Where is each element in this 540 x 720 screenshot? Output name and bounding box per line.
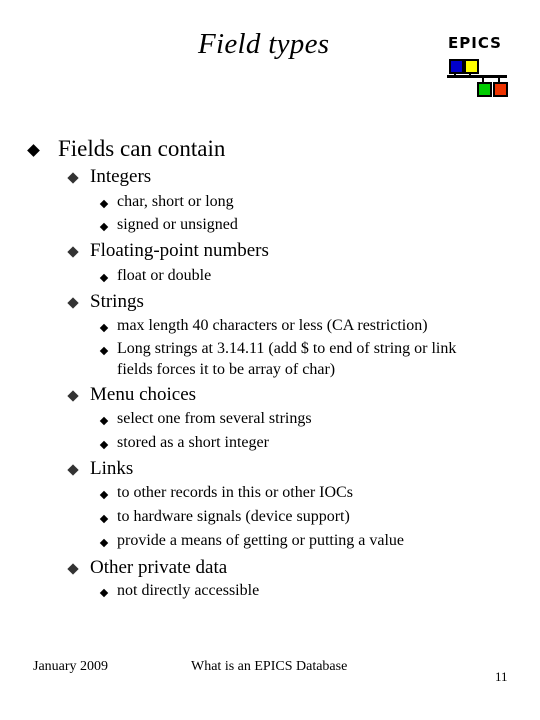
list-item: signed or unsigned	[117, 216, 238, 233]
diamond-bullet-icon	[99, 538, 109, 548]
diamond-bullet-icon	[99, 323, 109, 333]
logo-square-green-icon	[477, 82, 492, 97]
list-item: stored as a short integer	[117, 434, 269, 451]
list-item: select one from several strings	[117, 410, 312, 427]
diamond-bullet-icon	[27, 144, 40, 157]
list-item: not directly accessible	[117, 582, 260, 599]
list-item: Floating-point numbers	[90, 240, 269, 261]
logo-text: EPICS	[448, 34, 502, 52]
logo-square-red-icon	[493, 82, 508, 97]
diamond-bullet-icon	[99, 490, 109, 500]
list-item: Fields can contain	[58, 136, 226, 161]
diamond-bullet-icon	[67, 464, 79, 476]
footer-date: January 2009	[33, 659, 109, 674]
list-item: char, short or long	[117, 193, 234, 210]
list-item: to other records in this or other IOCs	[117, 484, 353, 501]
list-item-continuation: fields forces it to be array of char)	[117, 361, 336, 378]
logo-stem-icon	[454, 72, 456, 76]
list-item: to hardware signals (device support)	[117, 508, 350, 525]
list-item: Integers	[90, 166, 152, 187]
list-item: float or double	[117, 267, 212, 284]
diamond-bullet-icon	[99, 222, 109, 232]
diamond-bullet-icon	[99, 440, 109, 450]
list-item: Long strings at 3.14.11 (add $ to end of…	[117, 340, 457, 357]
diamond-bullet-icon	[67, 297, 79, 309]
epics-logo: EPICS	[446, 34, 516, 98]
list-item: Other private data	[90, 557, 228, 578]
diamond-bullet-icon	[99, 514, 109, 524]
logo-square-yellow-icon	[464, 59, 479, 74]
diamond-bullet-icon	[99, 346, 109, 356]
diamond-bullet-icon	[99, 416, 109, 426]
slide-title: Field types	[198, 28, 330, 60]
diamond-bullet-icon	[67, 246, 79, 258]
list-item: max length 40 characters or less (CA res…	[117, 317, 428, 334]
diamond-bullet-icon	[99, 199, 109, 209]
page-number: 11	[495, 669, 508, 684]
list-item: Links	[90, 458, 134, 479]
list-item: Strings	[90, 291, 144, 312]
list-item: Menu choices	[90, 384, 197, 405]
logo-stem-icon	[469, 72, 471, 76]
diamond-bullet-icon	[67, 172, 79, 184]
logo-square-blue-icon	[449, 59, 464, 74]
footer-title: What is an EPICS Database	[191, 659, 348, 674]
list-item: provide a means of getting or putting a …	[117, 532, 405, 549]
diamond-bullet-icon	[67, 390, 79, 402]
diamond-bullet-icon	[99, 273, 109, 283]
diamond-bullet-icon	[99, 588, 109, 598]
diamond-bullet-icon	[67, 563, 79, 575]
